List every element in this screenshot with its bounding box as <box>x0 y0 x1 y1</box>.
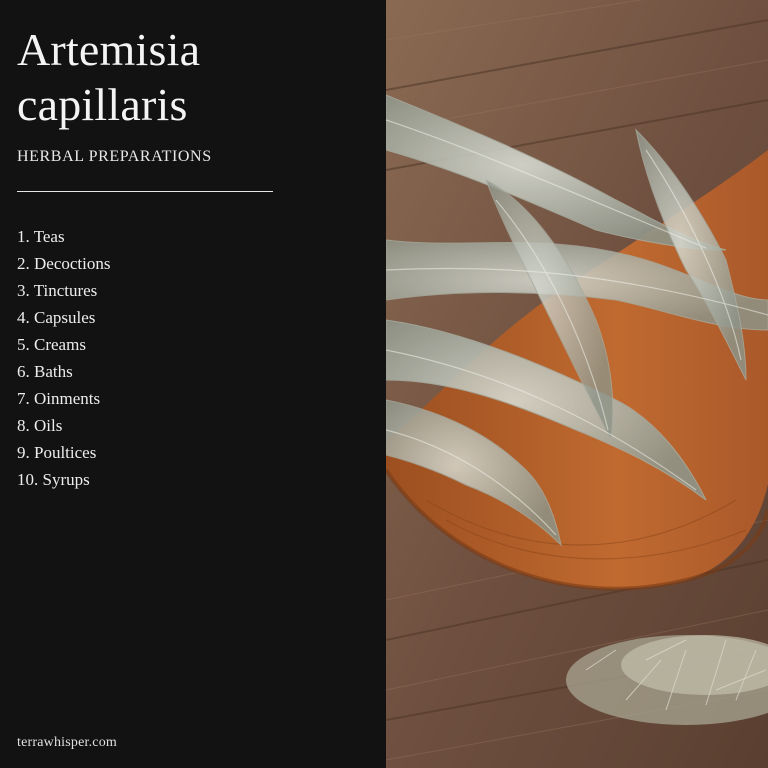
list-item: 1. Teas <box>17 227 65 246</box>
list-item: 6. Baths <box>17 362 73 381</box>
herb-photo-illustration <box>386 0 768 768</box>
list-item: 4. Capsules <box>17 308 96 327</box>
list-item: 3. Tinctures <box>17 281 98 300</box>
list-item: 9. Poultices <box>17 443 97 462</box>
subtitle: HERBAL PREPARATIONS <box>17 148 212 165</box>
list-item: 8. Oils <box>17 416 63 435</box>
text-panel: Artemisia capillaris HERBAL PREPARATIONS… <box>0 0 386 768</box>
herb-photo <box>386 0 768 768</box>
list-item: 2. Decoctions <box>17 254 111 273</box>
divider <box>17 191 273 192</box>
list-item: 10. Syrups <box>17 470 90 489</box>
title-line-1: Artemisia <box>17 24 201 75</box>
page-title: Artemisia capillaris <box>17 22 386 132</box>
title-line-2: capillaris <box>17 79 188 130</box>
list-item: 7. Oinments <box>17 389 101 408</box>
preparation-list: 1. Teas 2. Decoctions 3. Tinctures 4. Ca… <box>17 223 386 493</box>
list-item: 5. Creams <box>17 335 86 354</box>
website-credit: terrawhisper.com <box>17 735 117 750</box>
infographic-card: Artemisia capillaris HERBAL PREPARATIONS… <box>0 0 768 768</box>
